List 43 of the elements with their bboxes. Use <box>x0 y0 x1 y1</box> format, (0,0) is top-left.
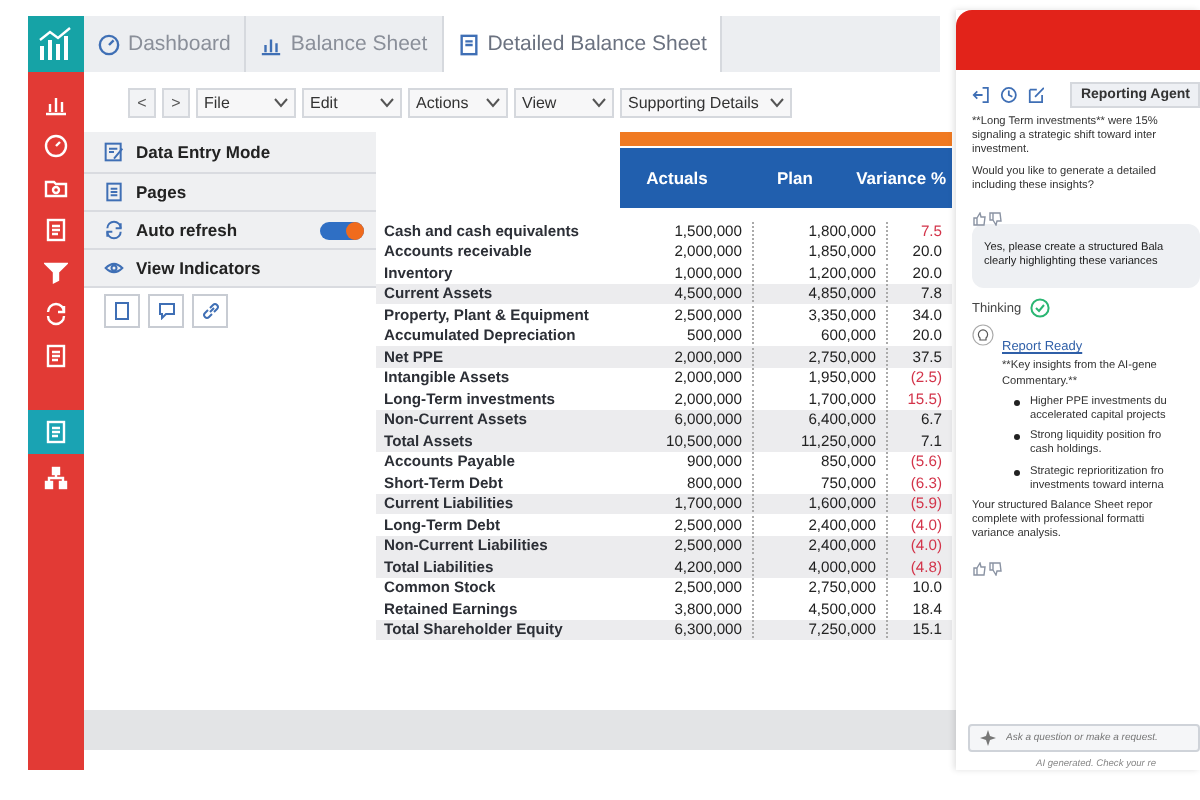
panel-icon <box>104 258 124 278</box>
document-icon[interactable] <box>104 294 140 328</box>
panel-icon <box>104 182 124 202</box>
panel-item[interactable]: Pages <box>84 174 376 212</box>
back-button[interactable]: < <box>128 87 156 117</box>
bullet-icon <box>1014 399 1020 406</box>
feedback-icon[interactable] <box>972 561 1004 576</box>
menu-dropdown[interactable]: Actions <box>408 87 508 117</box>
dashboard-icon <box>98 33 120 55</box>
link-icon[interactable] <box>192 294 228 328</box>
menu-dropdown[interactable]: Edit <box>302 87 402 117</box>
edit-icon[interactable] <box>1027 86 1045 104</box>
menu-dropdown[interactable]: View <box>514 87 614 117</box>
history-icon[interactable] <box>999 86 1018 104</box>
feedback-icon[interactable] <box>972 212 1004 227</box>
panel-item[interactable]: Data Entry Mode <box>84 132 376 174</box>
column-header: Plan <box>734 148 856 208</box>
column-header: Variance % <box>856 148 952 208</box>
document-icon <box>457 33 480 55</box>
bullet-icon <box>1014 469 1020 476</box>
panel-item[interactable]: View Indicators <box>84 250 376 288</box>
menu-dropdown[interactable]: File <box>196 87 296 117</box>
bullet-icon <box>1014 434 1020 441</box>
panel-icon <box>104 220 124 240</box>
chevron-down-icon <box>486 97 500 107</box>
toggle-switch[interactable] <box>320 221 364 239</box>
forward-button[interactable]: > <box>162 87 190 117</box>
panel-item[interactable]: Auto refresh <box>84 212 376 250</box>
chevron-down-icon <box>380 97 394 107</box>
check-circle-icon <box>1029 298 1050 319</box>
panel-icon <box>104 142 124 162</box>
lightbulb-icon <box>972 324 994 347</box>
menu-dropdown[interactable]: Supporting Details <box>620 87 793 117</box>
exit-icon[interactable] <box>972 86 990 104</box>
chevron-down-icon <box>770 97 785 107</box>
tab[interactable]: Detailed Balance Sheet <box>443 16 723 72</box>
column-header: Actuals <box>620 148 734 208</box>
logo-icon <box>28 16 84 72</box>
comment-icon[interactable] <box>148 294 184 328</box>
sparkle-icon <box>980 730 996 746</box>
chevron-down-icon <box>592 97 606 107</box>
chevron-down-icon <box>274 97 288 107</box>
document-icon[interactable] <box>28 410 84 454</box>
